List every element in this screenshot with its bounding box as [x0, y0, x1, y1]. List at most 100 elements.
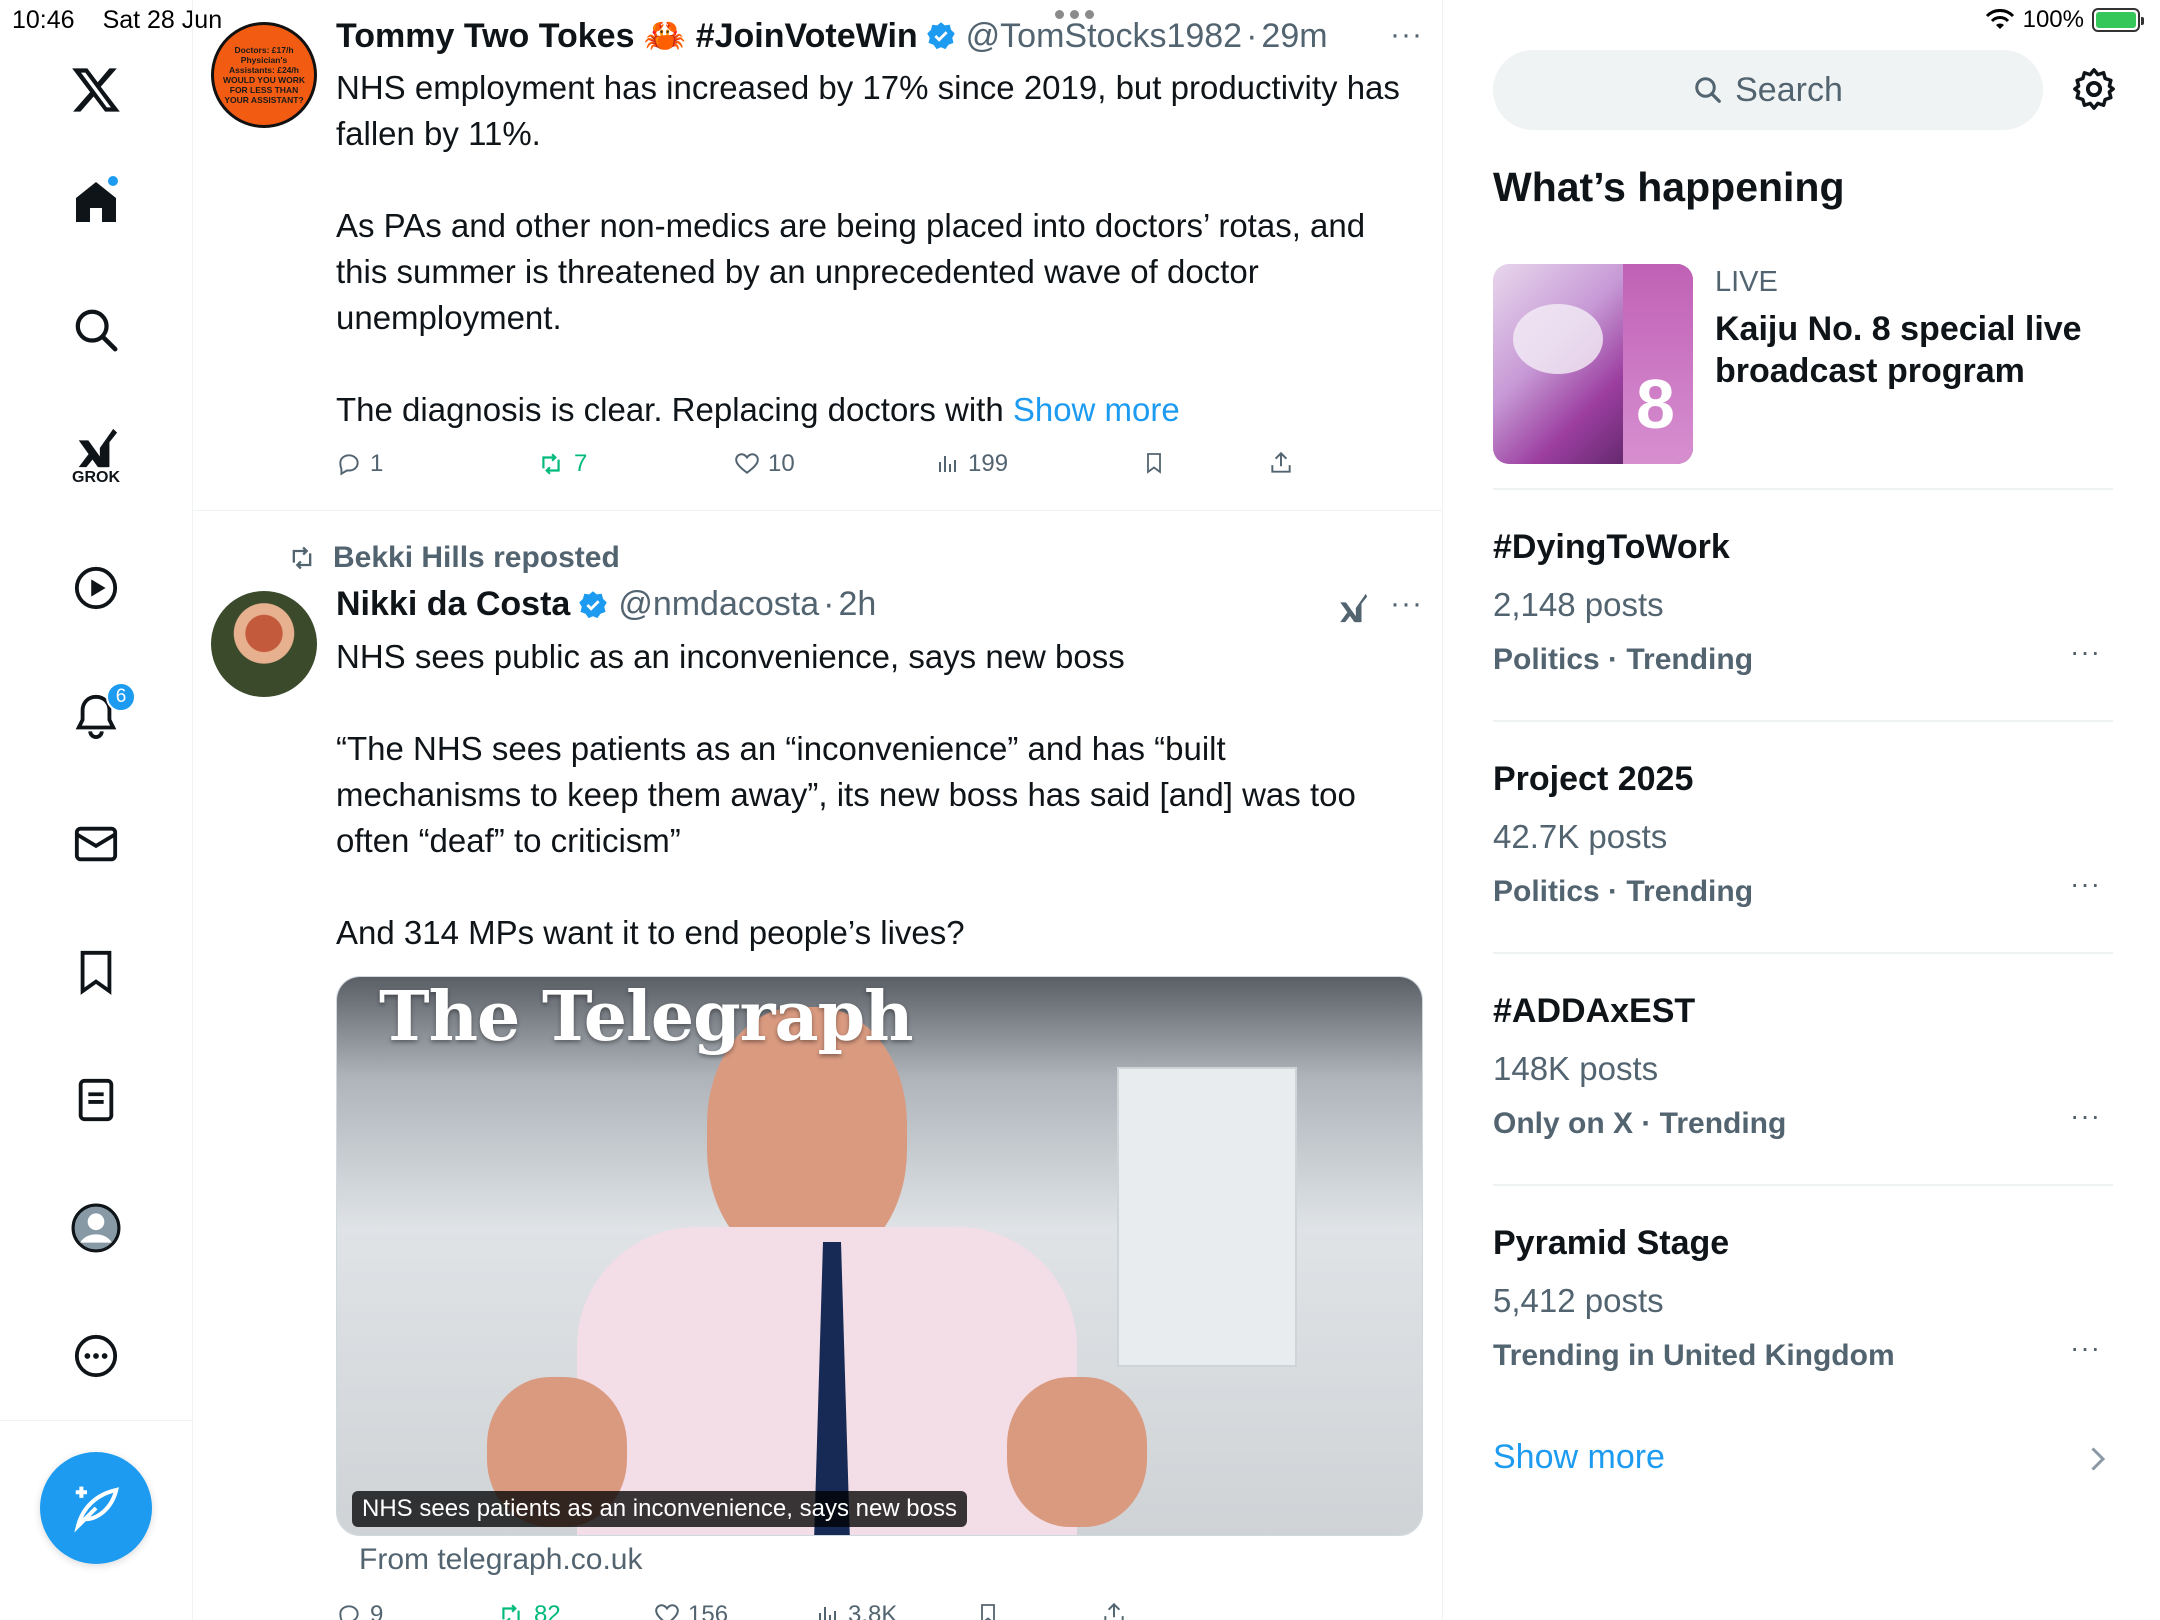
trend-item[interactable]: Pyramid Stage 5,412 posts Trending in Un…: [1493, 1224, 2113, 1444]
post-tommy-two-tokes[interactable]: Doctors: £17/h Physician's Assistants: £…: [193, 0, 1442, 510]
reply-button[interactable]: 1: [336, 450, 383, 478]
search-input[interactable]: Search: [1493, 50, 2043, 130]
show-more-link[interactable]: Show more: [1493, 1438, 1665, 1477]
trend-more-icon[interactable]: ···: [2070, 1332, 2101, 1364]
like-count: 156: [688, 1601, 729, 1620]
trend-title: #ADDAxEST: [1493, 992, 1696, 1030]
heart-icon: [735, 453, 759, 474]
reply-icon: [339, 1605, 359, 1620]
live-tag: LIVE: [1715, 266, 1778, 298]
post-time[interactable]: 29m: [1261, 17, 1327, 56]
settings-gear-icon[interactable]: [2071, 66, 2117, 117]
bookmark-post-button[interactable]: [1142, 450, 1166, 476]
reply-count: 9: [370, 1601, 384, 1620]
divider: [1493, 488, 2113, 490]
live-event-thumbnail: 8: [1493, 264, 1693, 464]
trend-title: Project 2025: [1493, 760, 1694, 798]
author-handle[interactable]: @nmdacosta: [618, 585, 819, 624]
timeline: Doctors: £17/h Physician's Assistants: £…: [193, 0, 1443, 1620]
views-count: 3.8K: [848, 1601, 898, 1620]
search-icon[interactable]: [60, 294, 132, 366]
home-icon[interactable]: [60, 166, 132, 238]
views-button[interactable]: 3.8K: [816, 1601, 897, 1620]
trend-more-icon[interactable]: ···: [2070, 868, 2101, 900]
post-time[interactable]: 2h: [838, 585, 876, 624]
x-logo[interactable]: [60, 54, 132, 126]
divider: [1493, 952, 2113, 954]
post-header: Tommy Two Tokes 🦀 #JoinVoteWin @TomStock…: [336, 16, 1328, 56]
link-card[interactable]: The Telegraph NHS sees patients as an in…: [336, 976, 1423, 1536]
show-more-link[interactable]: Show more: [1013, 391, 1180, 428]
live-event-card[interactable]: 8 LIVE Kaiju No. 8 special live broadcas…: [1493, 264, 2113, 464]
share-icon: [1104, 1602, 1124, 1620]
trend-title: #DyingToWork: [1493, 528, 1730, 566]
left-nav: GROK 6: [0, 0, 193, 1620]
repost-button[interactable]: 82: [496, 1601, 561, 1620]
post-more-icon[interactable]: ···: [1390, 18, 1423, 52]
verified-badge-icon: [578, 590, 608, 620]
repost-icon: [502, 1604, 520, 1620]
trend-more-icon[interactable]: ···: [2070, 636, 2101, 668]
avatar[interactable]: [211, 591, 317, 697]
views-chart-icon: [939, 456, 956, 472]
views-button[interactable]: 199: [936, 450, 1008, 478]
lists-icon[interactable]: [60, 1064, 132, 1136]
grok-icon[interactable]: GROK: [60, 420, 132, 492]
views-count: 199: [968, 450, 1009, 477]
trend-meta: Politics · Trending: [1493, 643, 1754, 676]
reply-button[interactable]: 9: [336, 1601, 383, 1620]
trend-item[interactable]: Project 2025 42.7K posts Politics · Tren…: [1493, 760, 2113, 980]
grok-label: GROK: [72, 469, 120, 486]
repost-by-label: Bekki Hills reposted: [333, 541, 620, 574]
trend-meta: Trending in United Kingdom: [1493, 1339, 1895, 1372]
post-paragraph: And 314 MPs want it to end people’s live…: [336, 914, 965, 951]
more-icon[interactable]: [60, 1320, 132, 1392]
avatar[interactable]: Doctors: £17/h Physician's Assistants: £…: [211, 22, 317, 128]
share-button[interactable]: [1101, 1601, 1127, 1620]
post-paragraph-last: The diagnosis is clear. Replacing doctor…: [336, 391, 1180, 428]
author-handle[interactable]: @TomStocks1982: [966, 17, 1242, 56]
section-title: What’s happening: [1493, 164, 1845, 210]
bookmark-icon: [981, 1604, 995, 1620]
repost-count: 7: [574, 450, 588, 477]
share-icon: [1271, 451, 1291, 473]
trend-more-icon[interactable]: ···: [2070, 1100, 2101, 1132]
repost-button[interactable]: 7: [536, 450, 587, 478]
search-placeholder: Search: [1735, 70, 1843, 109]
divider: [1493, 1184, 2113, 1186]
post-paragraph: NHS sees public as an inconvenience, say…: [336, 638, 1125, 675]
repost-context[interactable]: Bekki Hills reposted: [285, 541, 620, 575]
profile-icon[interactable]: [60, 1192, 132, 1264]
mail-icon[interactable]: [60, 808, 132, 880]
compose-feather-icon: [74, 1486, 120, 1533]
bookmark-post-button[interactable]: [976, 1601, 1000, 1620]
bookmark-icon[interactable]: [60, 936, 132, 1008]
home-unread-dot: [106, 174, 120, 188]
compose-post-button[interactable]: [40, 1452, 152, 1564]
trend-count: 2,148 posts: [1493, 586, 1664, 623]
author-name[interactable]: Nikki da Costa: [336, 585, 570, 624]
trend-count: 148K posts: [1493, 1050, 1659, 1087]
notifications-bell-icon[interactable]: 6: [60, 680, 136, 752]
author-name[interactable]: Tommy Two Tokes 🦀 #JoinVoteWin: [336, 16, 918, 56]
heart-icon: [655, 1604, 679, 1620]
like-button[interactable]: 156: [654, 1601, 728, 1620]
repost-icon: [292, 546, 312, 570]
like-count: 10: [768, 450, 795, 477]
video-icon[interactable]: [60, 552, 132, 624]
post-paragraph: As PAs and other non-medics are being pl…: [336, 207, 1366, 336]
divider: [1493, 720, 2113, 722]
chevron-right-icon[interactable]: [2086, 1444, 2108, 1479]
grok-explain-icon[interactable]: [1336, 591, 1370, 630]
share-button[interactable]: [1268, 450, 1294, 476]
trend-title: Pyramid Stage: [1493, 1224, 1730, 1262]
views-chart-icon: [819, 1607, 836, 1620]
trend-item[interactable]: #ADDAxEST 148K posts Only on X · Trendin…: [1493, 992, 2113, 1212]
card-source[interactable]: From telegraph.co.uk: [359, 1543, 642, 1577]
post-nikki-da-costa[interactable]: Bekki Hills reposted Nikki da Costa @nmd…: [193, 511, 1442, 1620]
like-button[interactable]: 10: [734, 450, 795, 478]
trend-item[interactable]: #DyingToWork 2,148 posts Politics · Tren…: [1493, 528, 2113, 748]
avatar-text: Doctors: £17/h Physician's Assistants: £…: [223, 45, 306, 105]
post-more-icon[interactable]: ···: [1390, 587, 1423, 621]
post-header: Nikki da Costa @nmdacosta · 2h: [336, 585, 877, 624]
